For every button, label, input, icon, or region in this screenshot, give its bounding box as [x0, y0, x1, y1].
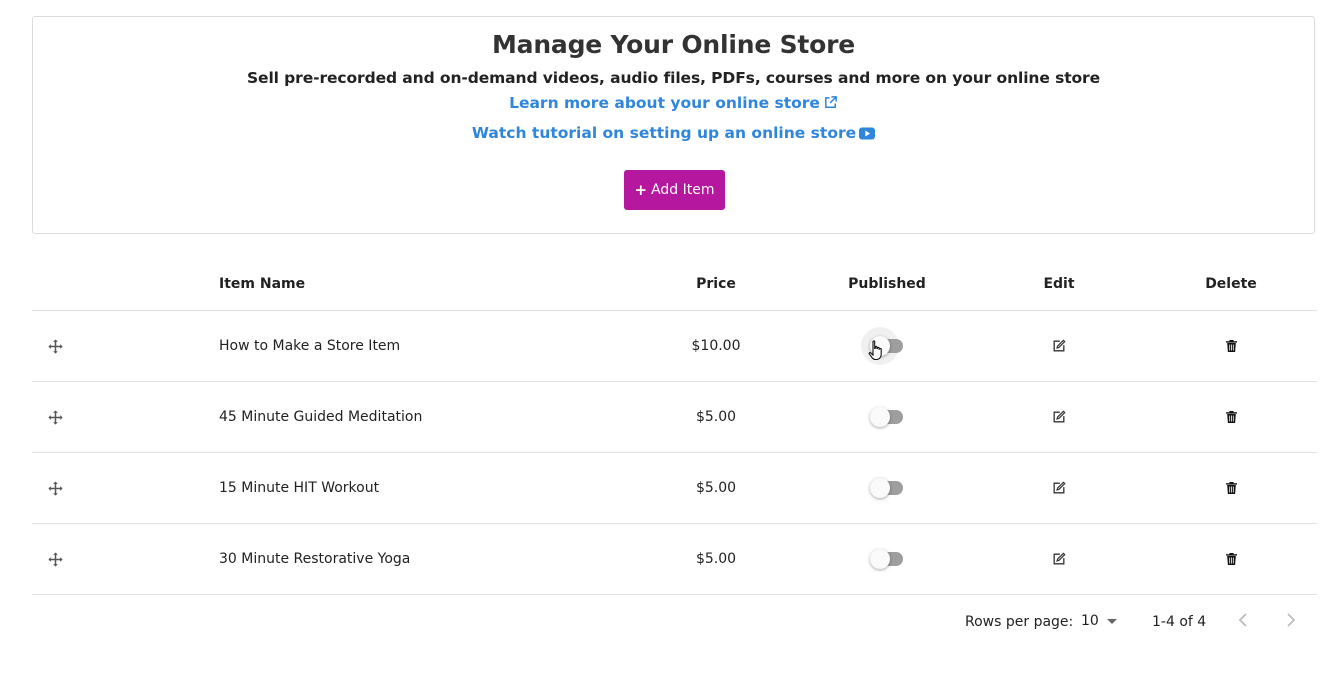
column-header-edit: Edit	[1043, 276, 1075, 292]
plus-icon: +	[634, 181, 648, 199]
rows-per-page-value: 10	[1081, 613, 1099, 629]
item-name: 45 Minute Guided Meditation	[219, 409, 423, 425]
table-row: How to Make a Store Item $10.00	[32, 311, 1317, 382]
pagination-bar: Rows per page: 10 1-4 of 4	[0, 606, 1342, 638]
item-price: $5.00	[695, 551, 737, 567]
edit-icon[interactable]	[1052, 481, 1066, 495]
item-name: 15 Minute HIT Workout	[219, 480, 380, 496]
watch-tutorial-link-label: Watch tutorial on setting up an online s…	[471, 124, 857, 142]
column-header-price[interactable]: Price	[656, 258, 776, 310]
watch-tutorial-link[interactable]: Watch tutorial on setting up an online s…	[33, 124, 1314, 144]
published-toggle[interactable]	[870, 407, 904, 427]
add-item-button[interactable]: + Add Item	[624, 170, 725, 210]
pagination-range: 1-4 of 4	[1152, 614, 1207, 630]
store-subtitle: Sell pre-recorded and on-demand videos, …	[246, 69, 1101, 87]
add-item-button-label: Add Item	[651, 182, 715, 198]
item-price: $10.00	[691, 338, 741, 354]
edit-icon[interactable]	[1052, 552, 1066, 566]
column-header-delete: Delete	[1205, 276, 1257, 292]
youtube-play-icon	[859, 126, 876, 144]
rows-per-page-select[interactable]: 10	[1081, 613, 1117, 629]
item-name: How to Make a Store Item	[219, 338, 401, 354]
next-page-button[interactable]	[1279, 610, 1303, 634]
published-toggle[interactable]	[870, 478, 904, 498]
page-title: Manage Your Online Store	[491, 30, 856, 59]
edit-icon[interactable]	[1052, 339, 1066, 353]
item-name: 30 Minute Restorative Yoga	[219, 551, 411, 567]
trash-icon[interactable]	[1225, 411, 1237, 423]
rows-per-page-label: Rows per page:	[965, 614, 1074, 630]
drag-handle-icon[interactable]	[47, 338, 63, 354]
chevron-left-icon	[1238, 613, 1248, 631]
column-header-item-name[interactable]: Item Name	[219, 258, 639, 310]
store-items-table: Item Name Price Published Edit Delete Ho…	[32, 258, 1317, 595]
drag-handle-icon[interactable]	[47, 551, 63, 567]
previous-page-button[interactable]	[1231, 610, 1255, 634]
table-header: Item Name Price Published Edit Delete	[32, 258, 1317, 311]
table-row: 30 Minute Restorative Yoga $5.00	[32, 524, 1317, 595]
chevron-right-icon	[1286, 613, 1296, 631]
published-toggle[interactable]	[861, 327, 904, 365]
learn-more-link[interactable]: Learn more about your online store	[33, 94, 1314, 114]
trash-icon[interactable]	[1225, 482, 1237, 494]
published-toggle[interactable]	[870, 549, 904, 569]
trash-icon[interactable]	[1225, 553, 1237, 565]
caret-down-icon	[1106, 618, 1117, 624]
column-header-published[interactable]: Published	[827, 258, 947, 310]
trash-icon[interactable]	[1225, 340, 1237, 352]
learn-more-link-label: Learn more about your online store	[509, 94, 820, 112]
store-header-card: Manage Your Online Store Sell pre-record…	[32, 16, 1315, 234]
item-price: $5.00	[695, 409, 737, 425]
table-row: 45 Minute Guided Meditation $5.00	[32, 382, 1317, 453]
edit-icon[interactable]	[1052, 410, 1066, 424]
drag-handle-icon[interactable]	[47, 480, 63, 496]
table-row: 15 Minute HIT Workout $5.00	[32, 453, 1317, 524]
external-link-icon	[823, 95, 838, 114]
drag-handle-icon[interactable]	[47, 409, 63, 425]
item-price: $5.00	[695, 480, 737, 496]
